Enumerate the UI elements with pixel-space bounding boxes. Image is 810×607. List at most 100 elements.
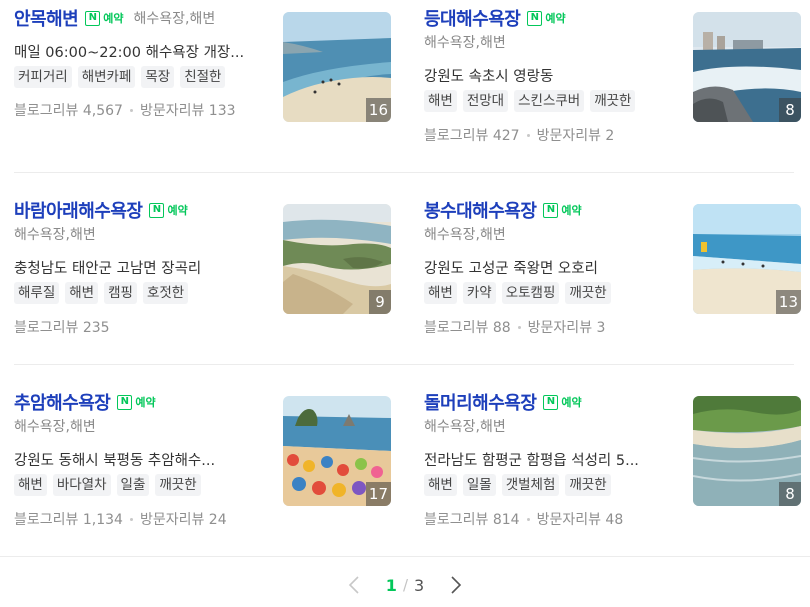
blog-review-count[interactable]: 블로그리뷰 4,567	[14, 100, 123, 120]
review-stats: 블로그리뷰 88 방문자리뷰 3	[424, 317, 605, 337]
tag[interactable]: 전망대	[462, 90, 509, 112]
pagination: 1 / 3	[0, 568, 810, 602]
naver-n-icon: N	[149, 202, 165, 218]
tag[interactable]: 해변	[424, 90, 457, 112]
tag[interactable]: 해변	[65, 282, 99, 304]
visitor-review-count[interactable]: 방문자리뷰 24	[140, 509, 227, 529]
blog-review-count[interactable]: 블로그리뷰 427	[424, 125, 520, 145]
photo-count: 9	[369, 290, 391, 314]
tag[interactable]: 갯벌체험	[501, 474, 560, 496]
title-row: 봉수대해수욕장 N 예약	[424, 195, 582, 225]
tag[interactable]: 해루질	[14, 282, 60, 304]
naver-n-icon: N	[527, 10, 543, 26]
place-name-link[interactable]: 봉수대해수욕장	[424, 197, 537, 223]
tag[interactable]: 일몰	[462, 474, 496, 496]
place-photo[interactable]: 16	[283, 12, 391, 122]
review-stats: 블로그리뷰 4,567 방문자리뷰 133	[14, 100, 236, 120]
place-photo[interactable]: 17	[283, 396, 391, 506]
place-name-link[interactable]: 안목해변	[14, 5, 79, 31]
place-category: 해수욕장,해변	[14, 227, 96, 243]
naver-n-icon: N	[543, 202, 559, 218]
separator-dot	[129, 517, 133, 521]
tag[interactable]: 깨끗한	[590, 90, 636, 112]
place-description: 강원도 동해시 북평동 추암해수...	[14, 453, 216, 469]
page-separator: /	[402, 576, 408, 594]
blog-review-count[interactable]: 블로그리뷰 814	[424, 509, 520, 529]
title-row: 돌머리해수욕장 N 예약	[424, 387, 582, 417]
place-name-link[interactable]: 등대해수욕장	[424, 5, 521, 31]
place-name-link[interactable]: 추암해수욕장	[14, 389, 111, 415]
tag[interactable]: 스킨스쿠버	[514, 90, 585, 112]
reserve-label: 예약	[103, 12, 124, 25]
tag[interactable]: 깨끗한	[565, 282, 611, 304]
place-description: 강원도 속초시 영랑동	[424, 69, 554, 85]
place-category: 해수욕장,해변	[14, 419, 96, 435]
chevron-left-icon	[348, 576, 359, 594]
place-photo[interactable]: 8	[693, 396, 801, 506]
tag[interactable]: 일출	[116, 474, 150, 496]
place-card[interactable]: 등대해수욕장 N 예약 해수욕장,해변 강원도 속초시 영랑동 해변 전망대 스…	[424, 3, 804, 144]
tag[interactable]: 캠핑	[104, 282, 137, 304]
separator-dot	[517, 325, 521, 329]
place-description: 전라남도 함평군 함평읍 석성리 5...	[424, 453, 639, 469]
divider	[0, 556, 810, 557]
place-card[interactable]: 봉수대해수욕장 N 예약 해수욕장,해변 강원도 고성군 죽왕면 오호리 해변 …	[424, 195, 804, 336]
title-row: 등대해수욕장 N 예약	[424, 3, 566, 33]
tag[interactable]: 해변	[14, 474, 47, 496]
tag[interactable]: 친절한	[180, 66, 226, 88]
blog-review-count[interactable]: 블로그리뷰 235	[14, 317, 110, 337]
tag[interactable]: 오토캠핑	[501, 282, 560, 304]
place-photo[interactable]: 13	[693, 204, 801, 314]
place-card[interactable]: 바람아래해수욕장 N 예약 해수욕장,해변 충청남도 태안군 고남면 장곡리 해…	[14, 195, 394, 336]
tag[interactable]: 해변카페	[77, 66, 136, 88]
tag[interactable]: 깨끗한	[565, 474, 611, 496]
tag[interactable]: 바다열차	[52, 474, 111, 496]
place-card[interactable]: 안목해변 N 예약 해수욕장,해변 매일 06:00~22:00 해수욕장 개장…	[14, 3, 394, 133]
visitor-review-count[interactable]: 방문자리뷰 48	[537, 509, 624, 529]
place-card[interactable]: 추암해수욕장 N 예약 해수욕장,해변 강원도 동해시 북평동 추암해수... …	[14, 387, 394, 528]
tag[interactable]: 호젓한	[142, 282, 189, 304]
reserve-badge[interactable]: N 예약	[543, 393, 582, 411]
reserve-badge[interactable]: N 예약	[527, 9, 566, 27]
blog-review-count[interactable]: 블로그리뷰 1,134	[14, 509, 123, 529]
review-stats: 블로그리뷰 1,134 방문자리뷰 24	[14, 509, 227, 529]
place-card[interactable]: 돌머리해수욕장 N 예약 해수욕장,해변 전라남도 함평군 함평읍 석성리 5.…	[424, 387, 804, 528]
blog-review-count[interactable]: 블로그리뷰 88	[424, 317, 511, 337]
separator-dot	[526, 517, 530, 521]
visitor-review-count[interactable]: 방문자리뷰 133	[140, 100, 236, 120]
tag[interactable]: 카약	[462, 282, 496, 304]
tag-list: 해변 전망대 스킨스쿠버 깨끗한	[424, 90, 636, 112]
next-page-button[interactable]	[444, 573, 468, 597]
divider	[14, 364, 794, 365]
tag[interactable]: 깨끗한	[155, 474, 201, 496]
place-category: 해수욕장,해변	[424, 35, 506, 51]
reserve-label: 예약	[135, 396, 156, 409]
total-pages: 3	[414, 575, 425, 595]
photo-count: 13	[775, 290, 801, 314]
divider	[14, 172, 794, 173]
title-row: 추암해수욕장 N 예약	[14, 387, 156, 417]
reserve-badge[interactable]: N 예약	[117, 393, 156, 411]
photo-count: 17	[365, 482, 391, 506]
tag-list: 해변 바다열차 일출 깨끗한	[14, 474, 201, 496]
reserve-badge[interactable]: N 예약	[543, 201, 582, 219]
place-description: 매일 06:00~22:00 해수욕장 개장...	[14, 45, 245, 61]
naver-n-icon: N	[543, 394, 559, 410]
place-name-link[interactable]: 돌머리해수욕장	[424, 389, 537, 415]
tag[interactable]: 목장	[141, 66, 175, 88]
tag[interactable]: 해변	[424, 282, 457, 304]
reserve-badge[interactable]: N 예약	[149, 201, 188, 219]
reserve-badge[interactable]: N 예약	[85, 9, 124, 27]
visitor-review-count[interactable]: 방문자리뷰 3	[528, 317, 606, 337]
reserve-label: 예약	[545, 12, 566, 25]
place-photo[interactable]: 9	[283, 204, 391, 314]
place-name-link[interactable]: 바람아래해수욕장	[14, 197, 143, 223]
tag[interactable]: 커피거리	[14, 66, 72, 88]
reserve-label: 예약	[561, 204, 582, 217]
current-page: 1	[385, 575, 397, 595]
visitor-review-count[interactable]: 방문자리뷰 2	[537, 125, 615, 145]
separator-dot	[129, 108, 133, 112]
prev-page-button[interactable]	[342, 573, 366, 597]
tag[interactable]: 해변	[424, 474, 457, 496]
place-photo[interactable]: 8	[693, 12, 801, 122]
